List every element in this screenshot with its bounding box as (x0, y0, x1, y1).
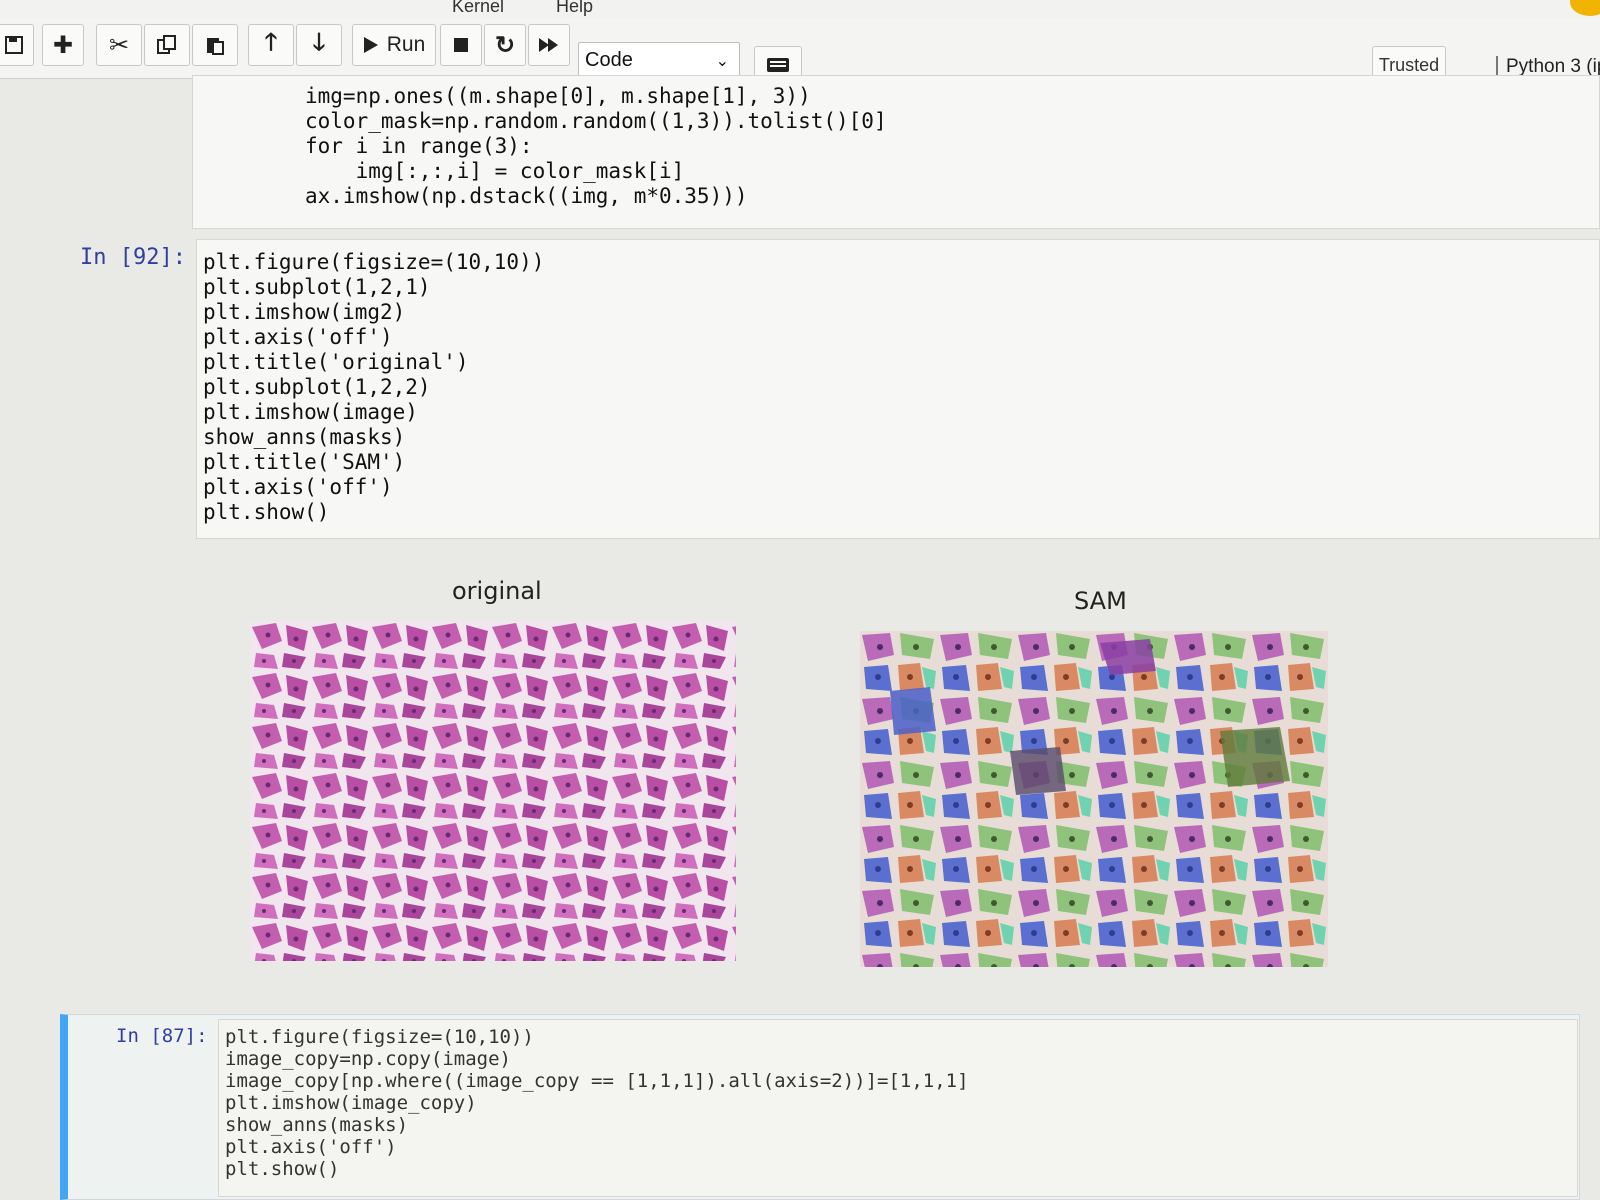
cell-type-value: Code (585, 49, 633, 71)
code-line: for i in range(3): (305, 134, 533, 158)
paste-button[interactable] (192, 24, 238, 66)
insert-cell-button[interactable]: ✚ (42, 24, 84, 66)
code-line: plt.axis('off') (203, 475, 393, 499)
code-line: plt.subplot(1,2,2) (203, 375, 431, 399)
menu-kernel[interactable]: Kernel (452, 0, 504, 17)
paste-icon (207, 38, 224, 55)
code-line: plt.axis('off') (225, 1136, 397, 1158)
plus-icon: ✚ (52, 31, 74, 59)
restart-icon: ↻ (494, 31, 516, 59)
stop-icon (454, 38, 468, 52)
code-editor[interactable]: plt.figure(figsize=(10,10)) plt.subplot(… (203, 250, 544, 525)
play-icon (363, 37, 378, 53)
notebook-container: img=np.ones((m.shape[0], m.shape[1], 3))… (0, 75, 1600, 1200)
menu-help[interactable]: Help (556, 0, 593, 17)
code-line: plt.figure(figsize=(10,10)) (225, 1026, 534, 1048)
code-editor[interactable]: img=np.ones((m.shape[0], m.shape[1], 3))… (305, 84, 887, 209)
figure-title-original: original (452, 577, 542, 605)
save-icon (5, 36, 23, 54)
code-line: plt.title('SAM') (203, 450, 406, 474)
save-button[interactable] (0, 24, 34, 66)
code-line: img[:,:,i] = color_mask[i] (305, 159, 685, 183)
arrow-down-icon: 🡓 (312, 28, 326, 56)
sam-image (860, 631, 1328, 967)
code-line: ax.imshow(np.dstack((img, m*0.35))) (305, 184, 748, 208)
run-label: Run (386, 33, 426, 56)
code-line: plt.show() (203, 500, 330, 524)
code-line: plt.imshow(img2) (203, 300, 406, 324)
code-cell-87[interactable]: In [87]: plt.figure(figsize=(10,10)) ima… (60, 1014, 1580, 1200)
code-line: show_anns(masks) (203, 425, 406, 449)
code-line: plt.subplot(1,2,1) (203, 275, 431, 299)
kernel-status-indicator (1570, 0, 1600, 16)
copy-icon (157, 35, 176, 54)
move-up-button[interactable]: 🡑 (248, 24, 294, 66)
code-cell-92[interactable]: plt.figure(figsize=(10,10)) plt.subplot(… (196, 239, 1600, 539)
code-line: plt.imshow(image) (203, 400, 418, 424)
interrupt-button[interactable] (440, 24, 482, 66)
code-line: color_mask=np.random.random((1,3)).tolis… (305, 109, 887, 133)
fast-forward-icon (539, 38, 558, 52)
code-line: plt.show() (225, 1158, 340, 1180)
code-line: plt.axis('off') (203, 325, 393, 349)
menu-bar: Kernel Help (0, 0, 1600, 18)
code-input-area[interactable]: plt.figure(figsize=(10,10)) image_copy=n… (218, 1019, 1578, 1197)
code-line: plt.title('original') (203, 350, 469, 374)
toolbar: ✚ ✂ 🡑 🡓 Run ↻ Code ⌄ Trusted Python 3 (i… (0, 18, 1600, 84)
cell-prompt: In [92]: (80, 245, 186, 270)
figure-title-sam: SAM (1074, 587, 1127, 615)
restart-button[interactable]: ↻ (484, 24, 526, 66)
move-down-button[interactable]: 🡓 (296, 24, 342, 66)
code-editor[interactable]: plt.figure(figsize=(10,10)) image_copy=n… (225, 1026, 969, 1180)
cut-button[interactable]: ✂ (96, 24, 142, 66)
keyboard-icon (767, 58, 789, 72)
code-line: plt.figure(figsize=(10,10)) (203, 250, 545, 274)
chevron-down-icon: ⌄ (715, 53, 729, 70)
code-line: image_copy=np.copy(image) (225, 1048, 511, 1070)
code-line: img=np.ones((m.shape[0], m.shape[1], 3)) (305, 84, 811, 108)
cell-prompt: In [87]: (116, 1025, 208, 1047)
copy-button[interactable] (144, 24, 190, 66)
scissors-icon: ✂ (108, 31, 130, 59)
restart-run-all-button[interactable] (528, 24, 570, 66)
original-image (250, 621, 736, 961)
code-line: show_anns(masks) (225, 1114, 409, 1136)
code-line: plt.imshow(image_copy) (225, 1092, 477, 1114)
code-cell-previous[interactable]: img=np.ones((m.shape[0], m.shape[1], 3))… (192, 75, 1600, 229)
code-line: image_copy[np.where((image_copy == [1,1,… (225, 1070, 969, 1092)
run-button[interactable]: Run (352, 24, 436, 66)
arrow-up-icon: 🡑 (264, 28, 278, 56)
